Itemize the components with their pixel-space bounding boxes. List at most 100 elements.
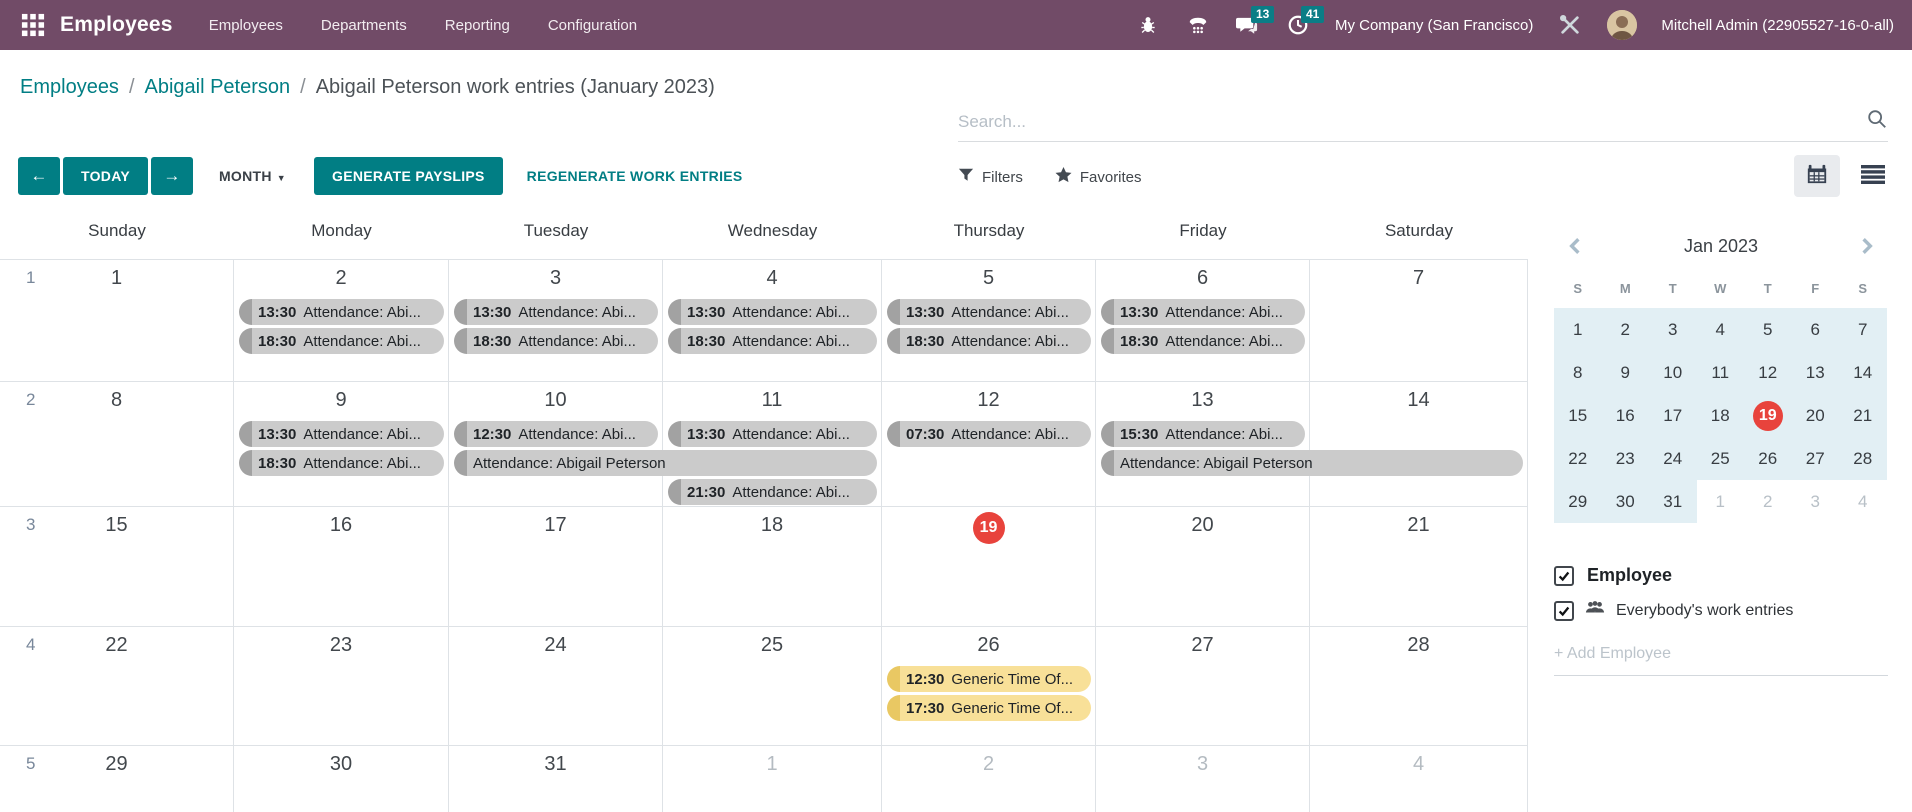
event-chip[interactable]: Attendance: Abigail Peterson bbox=[454, 450, 877, 476]
minical-day[interactable]: 3 bbox=[1649, 308, 1697, 351]
apps-grid-icon[interactable] bbox=[18, 10, 48, 40]
minical-day[interactable]: 30 bbox=[1602, 480, 1650, 523]
calendar-day-cell[interactable]: 31 bbox=[449, 746, 663, 812]
calendar-day-cell[interactable]: 30 bbox=[234, 746, 449, 812]
minical-day[interactable]: 2 bbox=[1602, 308, 1650, 351]
scale-dropdown[interactable]: MONTH▼ bbox=[209, 157, 296, 195]
event-chip[interactable]: 15:30Attendance: Abi... bbox=[1101, 421, 1305, 447]
calendar-day-cell[interactable]: 2 bbox=[882, 746, 1096, 812]
menu-item-reporting[interactable]: Reporting bbox=[445, 17, 510, 34]
voip-phone-icon[interactable] bbox=[1185, 12, 1211, 38]
calendar-day-cell[interactable]: 16 bbox=[234, 507, 449, 626]
next-month-button[interactable]: → bbox=[151, 157, 193, 195]
calendar-day-cell[interactable]: 27 bbox=[1096, 627, 1310, 745]
favorites-button[interactable]: Favorites bbox=[1055, 167, 1142, 187]
event-chip[interactable]: 07:30Attendance: Abi... bbox=[887, 421, 1091, 447]
minical-day[interactable]: 27 bbox=[1792, 437, 1840, 480]
event-chip[interactable]: 21:30Attendance: Abi... bbox=[668, 479, 877, 505]
search-icon[interactable] bbox=[1866, 108, 1888, 135]
event-chip[interactable]: 18:30Attendance: Abi... bbox=[239, 450, 444, 476]
minical-day[interactable]: 9 bbox=[1602, 351, 1650, 394]
menu-item-employees[interactable]: Employees bbox=[209, 17, 283, 34]
minical-day[interactable]: 31 bbox=[1649, 480, 1697, 523]
calendar-day-cell[interactable]: 17 bbox=[449, 507, 663, 626]
calendar-day-cell[interactable]: 4 bbox=[1310, 746, 1528, 812]
minical-day[interactable]: 4 bbox=[1839, 480, 1887, 523]
minical-day[interactable]: 1 bbox=[1697, 480, 1745, 523]
list-view-button[interactable] bbox=[1850, 155, 1896, 197]
minical-day[interactable]: 5 bbox=[1744, 308, 1792, 351]
minical-day[interactable]: 24 bbox=[1649, 437, 1697, 480]
generate-payslips-button[interactable]: GENERATE PAYSLIPS bbox=[314, 157, 503, 195]
minical-day[interactable]: 18 bbox=[1697, 394, 1745, 437]
event-chip[interactable]: 13:30Attendance: Abi... bbox=[668, 421, 877, 447]
minical-day[interactable]: 29 bbox=[1554, 480, 1602, 523]
minical-day[interactable]: 6 bbox=[1792, 308, 1840, 351]
company-switcher[interactable]: My Company (San Francisco) bbox=[1335, 17, 1533, 34]
user-avatar[interactable] bbox=[1607, 10, 1637, 40]
app-brand[interactable]: Employees bbox=[60, 13, 173, 37]
minical-day[interactable]: 2 bbox=[1744, 480, 1792, 523]
event-chip[interactable]: 13:30Attendance: Abi... bbox=[1101, 299, 1305, 325]
menu-item-configuration[interactable]: Configuration bbox=[548, 17, 637, 34]
event-chip[interactable]: 18:30Attendance: Abi... bbox=[668, 328, 877, 354]
event-chip[interactable]: 12:30Generic Time Of... bbox=[887, 666, 1091, 692]
minical-day[interactable]: 8 bbox=[1554, 351, 1602, 394]
tools-icon[interactable] bbox=[1557, 12, 1583, 38]
calendar-day-cell[interactable]: 19 bbox=[882, 507, 1096, 626]
event-chip[interactable]: 13:30Attendance: Abi... bbox=[239, 299, 444, 325]
event-chip[interactable]: 18:30Attendance: Abi... bbox=[1101, 328, 1305, 354]
event-chip[interactable]: 13:30Attendance: Abi... bbox=[887, 299, 1091, 325]
calendar-day-cell[interactable]: 24 bbox=[449, 627, 663, 745]
minical-next-button[interactable] bbox=[1854, 233, 1880, 259]
minical-day[interactable]: 21 bbox=[1839, 394, 1887, 437]
calendar-day-cell[interactable]: 3 bbox=[1096, 746, 1310, 812]
minical-day[interactable]: 19 bbox=[1744, 394, 1792, 437]
today-button[interactable]: TODAY bbox=[63, 157, 148, 195]
event-chip[interactable]: 18:30Attendance: Abi... bbox=[454, 328, 658, 354]
messages-icon[interactable]: 13 bbox=[1235, 12, 1261, 38]
event-chip[interactable]: 12:30Attendance: Abi... bbox=[454, 421, 658, 447]
employee-checkbox[interactable] bbox=[1554, 566, 1574, 586]
minical-day[interactable]: 3 bbox=[1792, 480, 1840, 523]
calendar-day-cell[interactable]: 21 bbox=[1310, 507, 1528, 626]
breadcrumb-link[interactable]: Abigail Peterson bbox=[145, 76, 291, 99]
search-input[interactable] bbox=[958, 112, 1866, 132]
calendar-day-cell[interactable]: 1 bbox=[663, 746, 882, 812]
calendar-day-cell[interactable]: 23 bbox=[234, 627, 449, 745]
menu-item-departments[interactable]: Departments bbox=[321, 17, 407, 34]
calendar-day-cell[interactable]: 20 bbox=[1096, 507, 1310, 626]
minical-day[interactable]: 28 bbox=[1839, 437, 1887, 480]
event-chip[interactable]: 18:30Attendance: Abi... bbox=[887, 328, 1091, 354]
minical-day[interactable]: 4 bbox=[1697, 308, 1745, 351]
minical-day[interactable]: 16 bbox=[1602, 394, 1650, 437]
user-menu[interactable]: Mitchell Admin (22905527-16-0-all) bbox=[1661, 17, 1894, 34]
calendar-day-cell[interactable]: 28 bbox=[1310, 627, 1528, 745]
prev-month-button[interactable]: ← bbox=[18, 157, 60, 195]
minical-day[interactable]: 26 bbox=[1744, 437, 1792, 480]
minical-day[interactable]: 25 bbox=[1697, 437, 1745, 480]
event-chip[interactable]: Attendance: Abigail Peterson bbox=[1101, 450, 1523, 476]
everybody-checkbox[interactable] bbox=[1554, 601, 1574, 621]
calendar-day-cell[interactable]: 7 bbox=[1310, 260, 1528, 381]
filters-button[interactable]: Filters bbox=[958, 167, 1023, 187]
minical-day[interactable]: 12 bbox=[1744, 351, 1792, 394]
minical-day[interactable]: 17 bbox=[1649, 394, 1697, 437]
minical-day[interactable]: 23 bbox=[1602, 437, 1650, 480]
event-chip[interactable]: 17:30Generic Time Of... bbox=[887, 695, 1091, 721]
event-chip[interactable]: 18:30Attendance: Abi... bbox=[239, 328, 444, 354]
breadcrumb-link[interactable]: Employees bbox=[20, 76, 119, 99]
minical-day[interactable]: 22 bbox=[1554, 437, 1602, 480]
minical-day[interactable]: 13 bbox=[1792, 351, 1840, 394]
minical-day[interactable]: 10 bbox=[1649, 351, 1697, 394]
calendar-view-button[interactable] bbox=[1794, 155, 1840, 197]
regenerate-work-entries-link[interactable]: REGENERATE WORK ENTRIES bbox=[527, 168, 743, 184]
minical-day[interactable]: 20 bbox=[1792, 394, 1840, 437]
bug-icon[interactable] bbox=[1135, 12, 1161, 38]
calendar-day-cell[interactable]: 18 bbox=[663, 507, 882, 626]
minical-day[interactable]: 15 bbox=[1554, 394, 1602, 437]
add-employee-input[interactable]: + Add Employee bbox=[1554, 645, 1888, 676]
calendar-day-cell[interactable]: 14 bbox=[1310, 382, 1528, 506]
minical-day[interactable]: 7 bbox=[1839, 308, 1887, 351]
minical-day[interactable]: 14 bbox=[1839, 351, 1887, 394]
